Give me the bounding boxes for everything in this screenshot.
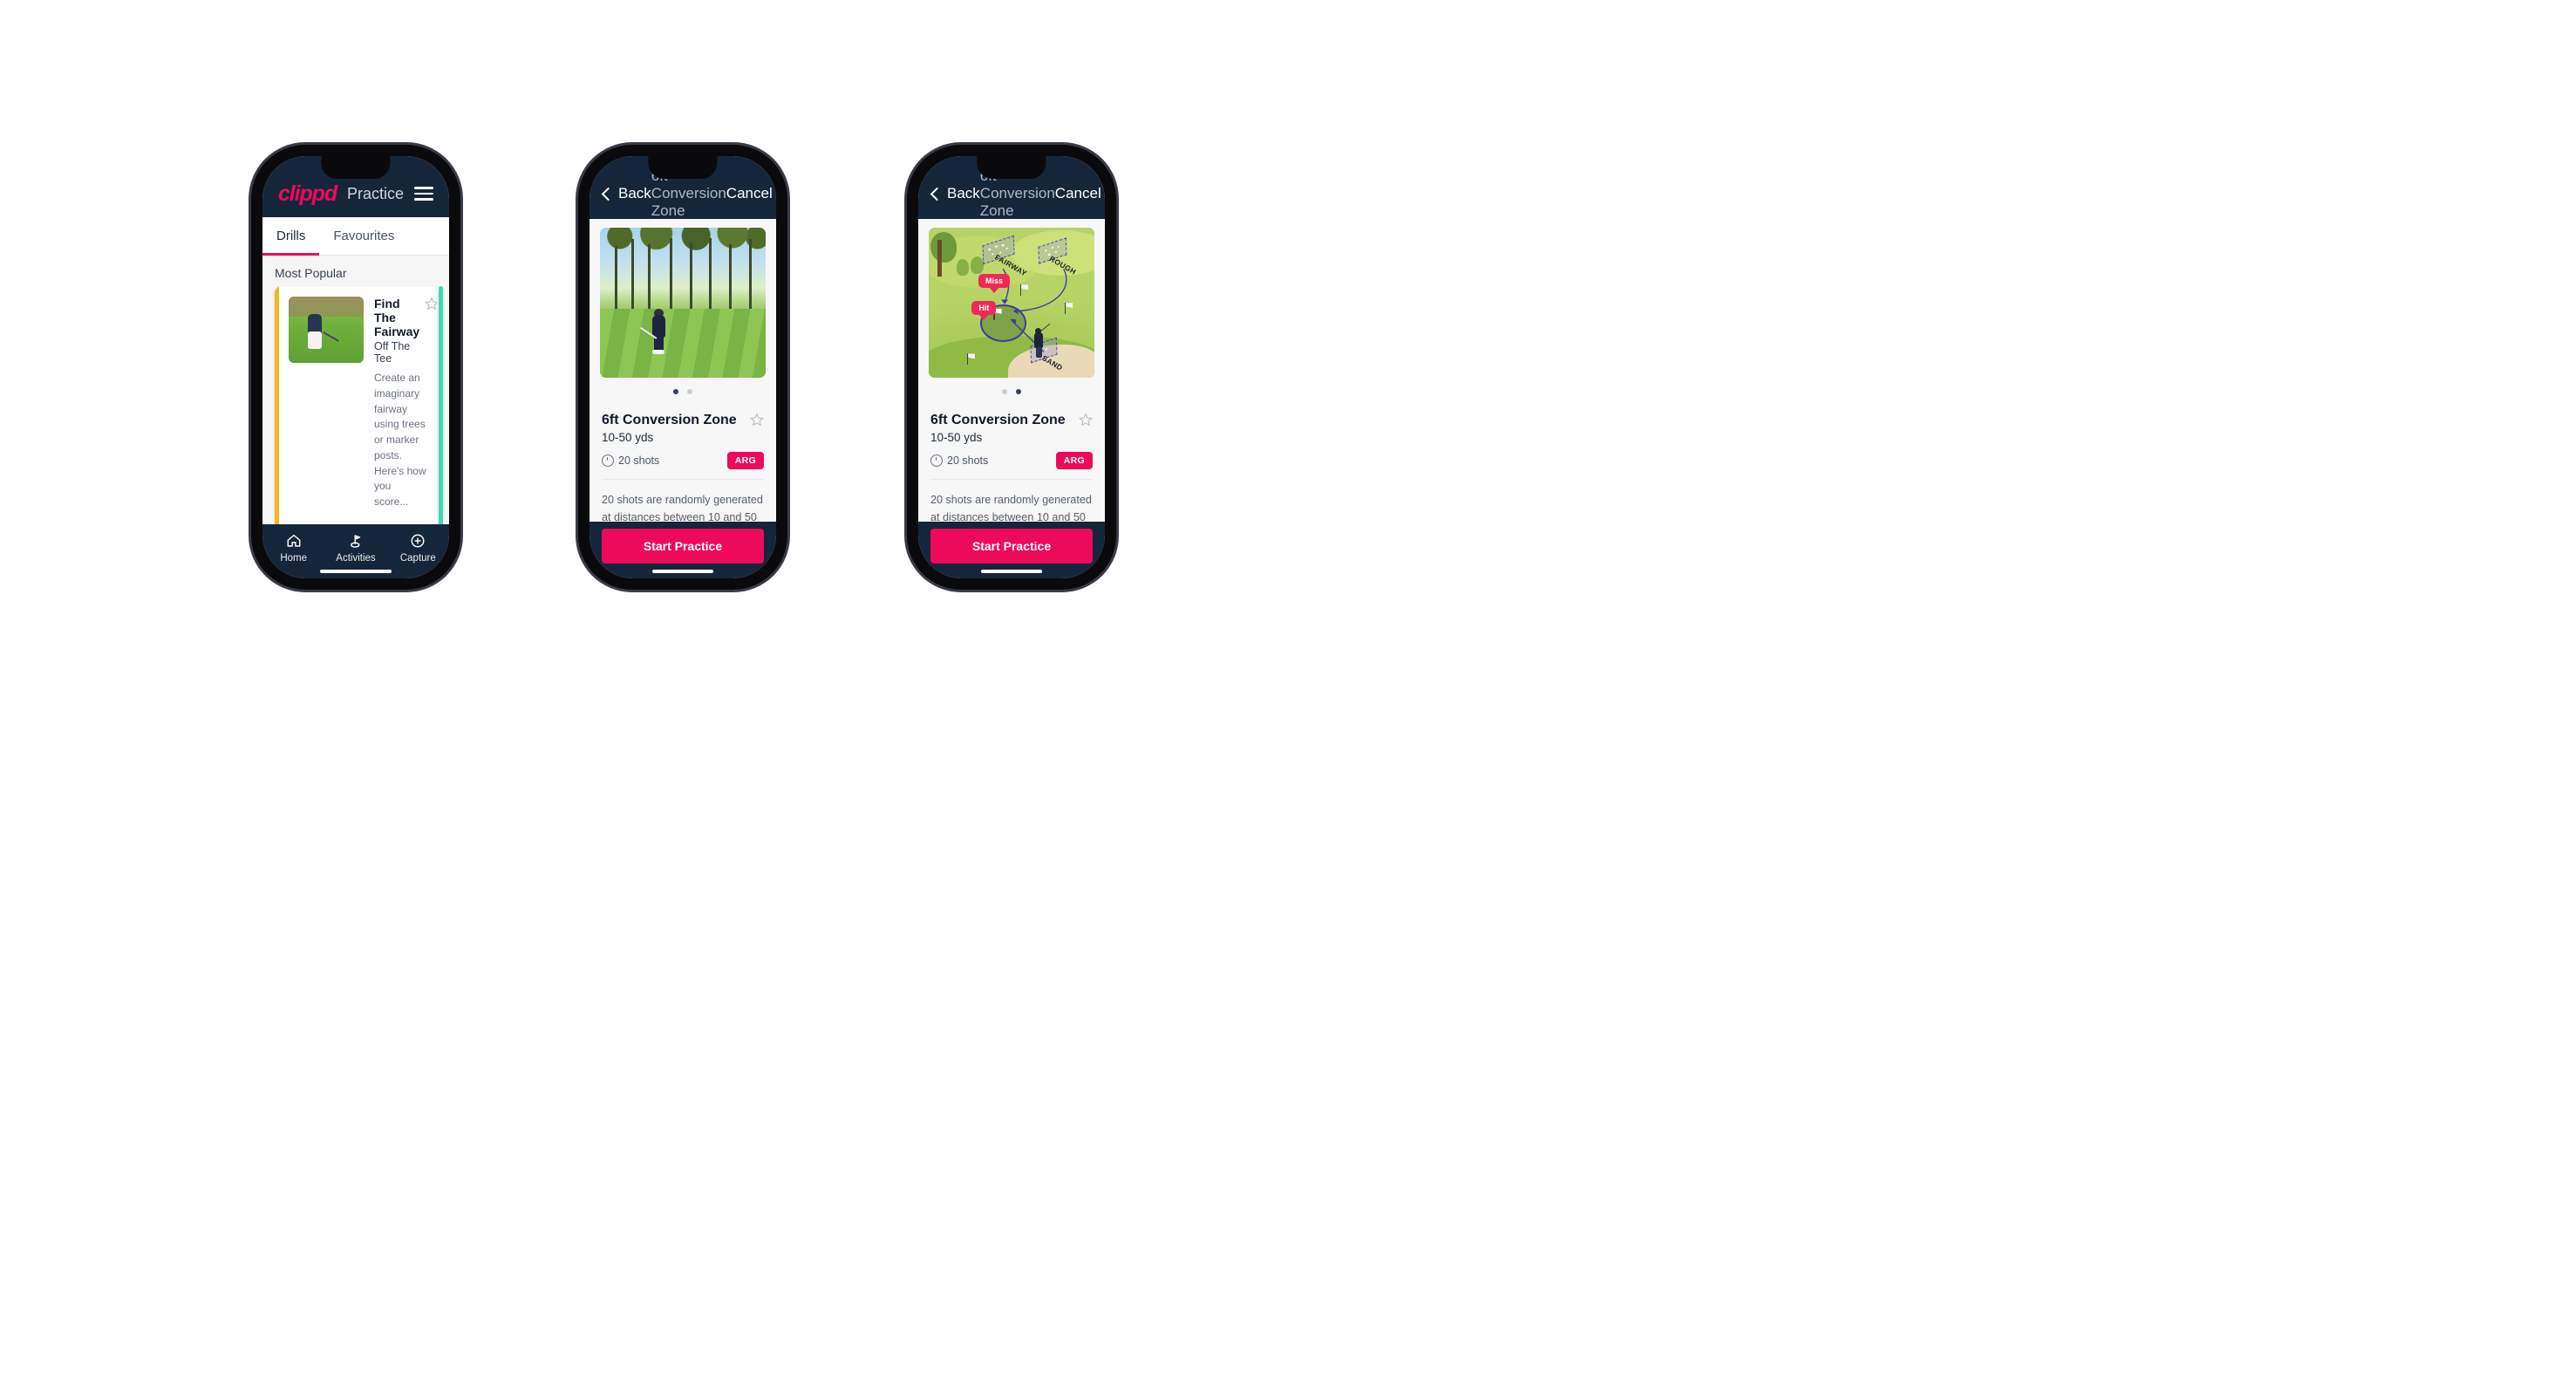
back-label: Back (947, 185, 980, 202)
media-dot[interactable] (1016, 389, 1021, 394)
drill-description: 20 shots are randomly generated at dista… (602, 494, 763, 522)
home-indicator (980, 569, 1043, 573)
start-practice-button[interactable]: Start Practice (602, 528, 764, 564)
plus-circle-icon (387, 532, 449, 550)
star-outline-icon[interactable] (425, 297, 437, 311)
media-dot[interactable] (1002, 389, 1007, 394)
star-outline-icon[interactable] (1079, 413, 1093, 427)
page-title: Practice (346, 184, 405, 202)
drill-shots-label: 20 shots (618, 454, 660, 467)
nav-label: Home (280, 552, 307, 564)
media-dot[interactable] (673, 389, 678, 394)
skill-badge-arg: ARG (726, 452, 764, 469)
home-indicator (651, 569, 714, 573)
clock-icon (930, 454, 943, 467)
drill-title: Find The Fairway (374, 297, 420, 338)
card-accent-bar (275, 286, 279, 524)
skill-badge-arg: ARG (1055, 452, 1093, 469)
drill-card[interactable]: Find The Fairway Off The Tee Create an i… (275, 286, 437, 524)
star-outline-icon[interactable] (750, 413, 764, 427)
chevron-left-icon (601, 187, 616, 201)
phone-1-screen: clippd Practice Drills Favourites Most P… (262, 156, 449, 578)
notch (648, 156, 718, 179)
tab-bar: Drills Favourites (262, 217, 449, 256)
marker-hit: Hit (971, 301, 997, 316)
home-icon (262, 532, 324, 550)
next-card-peek[interactable] (439, 286, 443, 524)
flag-pin-icon (1064, 303, 1067, 314)
media-dots[interactable] (918, 378, 1105, 402)
drill-description: Create an imaginary fairway using trees … (374, 372, 426, 508)
drill-shots-label: 20 shots (947, 454, 989, 467)
screenshot-stage: clippd Practice Drills Favourites Most P… (0, 0, 2576, 1387)
clock-icon (602, 454, 614, 467)
start-practice-button[interactable]: Start Practice (930, 528, 1093, 564)
tab-favourites[interactable]: Favourites (319, 217, 408, 256)
most-popular-heading: Most Popular (275, 266, 347, 280)
nav-label: Capture (399, 552, 436, 564)
nav-item-capture[interactable]: Capture (387, 532, 449, 564)
notch (977, 156, 1046, 179)
drill-video-thumbnail[interactable] (600, 228, 766, 378)
nav-item-home[interactable]: Home (262, 532, 324, 564)
flag-pin-icon (966, 353, 969, 366)
home-indicator (320, 569, 392, 573)
course-illustration[interactable]: FAIRWAY ROUGH SAND Miss Hit (929, 228, 1094, 378)
drill-shots: 20 shots (930, 454, 988, 467)
phone-1-content: Most Popular Find The Fairway Off The Te… (262, 256, 449, 524)
drill-shots: 20 shots (602, 454, 659, 467)
drill-detail-title: 6ft Conversion Zone (930, 413, 1066, 427)
phone-3-content: FAIRWAY ROUGH SAND Miss Hit 6ft Conversi… (918, 219, 1105, 522)
drill-description: 20 shots are randomly generated at dista… (930, 494, 1092, 522)
phone-2-screen: Back 6ft Conversion Zone Cancel (589, 156, 776, 578)
tab-drills[interactable]: Drills (262, 217, 320, 256)
golfer-figure (640, 309, 666, 355)
cancel-button[interactable]: Cancel (726, 185, 773, 202)
hamburger-menu-icon[interactable] (413, 187, 433, 201)
back-label: Back (618, 185, 651, 202)
phone-3-drill-detail-illustration: Back 6ft Conversion Zone Cancel (907, 145, 1116, 590)
drill-detail-title: 6ft Conversion Zone (602, 413, 737, 427)
flag-pin-icon (1019, 284, 1022, 297)
cta-bar: Start Practice (589, 521, 776, 578)
notch (321, 156, 391, 179)
media-dot[interactable] (687, 389, 692, 394)
nav-label: Activities (336, 552, 376, 564)
phone-3-screen: Back 6ft Conversion Zone Cancel (918, 156, 1105, 578)
bottom-navigation: Home Activities Capture (262, 523, 449, 578)
chevron-left-icon (930, 187, 944, 201)
media-dots[interactable] (589, 378, 776, 402)
marker-miss: Miss (978, 274, 1011, 289)
back-button[interactable]: Back (930, 185, 980, 202)
cta-bar: Start Practice (918, 521, 1105, 578)
nav-item-activities[interactable]: Activities (324, 532, 386, 564)
cancel-button[interactable]: Cancel (1055, 185, 1101, 202)
clippd-logo[interactable]: clippd (278, 181, 337, 207)
golf-flag-icon (324, 532, 386, 550)
drill-thumbnail (289, 297, 364, 363)
drill-distance: 10-50 yds (930, 431, 983, 444)
phone-2-drill-detail-video: Back 6ft Conversion Zone Cancel (578, 145, 787, 590)
drill-distance: 10-50 yds (602, 431, 654, 444)
phone-1-practice-list: clippd Practice Drills Favourites Most P… (251, 145, 460, 590)
golfer-figure (1033, 324, 1051, 359)
back-button[interactable]: Back (601, 185, 651, 202)
phone-2-content: 6ft Conversion Zone 10-50 yds 20 shots A… (589, 219, 776, 522)
drill-carousel[interactable]: Find The Fairway Off The Tee Create an i… (262, 286, 449, 524)
drill-subtitle: Off The Tee (374, 340, 411, 365)
